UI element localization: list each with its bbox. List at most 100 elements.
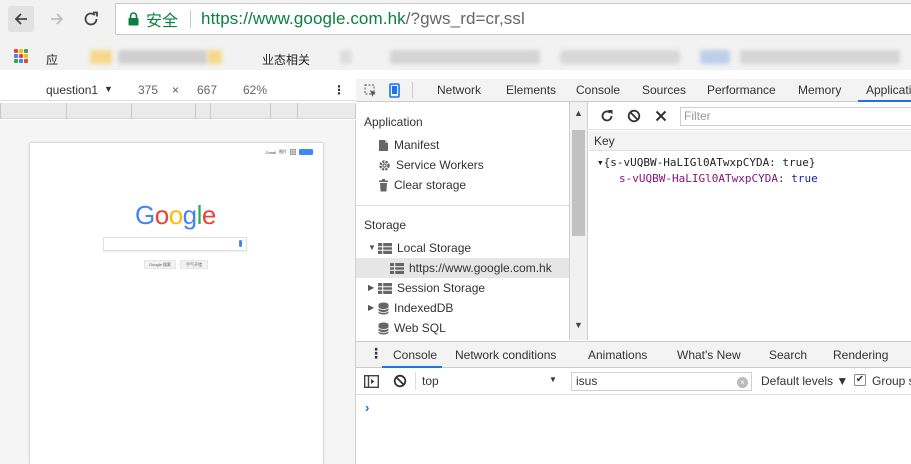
logo-letter: g [182,200,197,230]
reload-icon [84,11,98,26]
expand-right-icon[interactable]: ▶ [368,283,374,292]
gmail-link[interactable]: Gmail [266,150,276,155]
sidebar-item-label: https://www.google.com.hk [409,261,552,275]
property-value: true [791,172,818,185]
sidebar-item-web-sql[interactable]: Web SQL [378,318,446,338]
bookmark-item[interactable]: 业态相关 [262,51,310,68]
bookmark-item[interactable]: 应 [46,51,58,68]
signin-button[interactable] [299,149,313,155]
device-ruler [0,103,356,119]
sidebar-item-label: Session Storage [397,281,486,295]
arrow-right-icon [51,13,64,25]
refresh-icon[interactable] [600,109,614,123]
storage-toolbar: Filter [589,102,911,130]
scrollbar-thumb[interactable] [572,130,585,236]
sidebar-item-session-storage[interactable]: Session Storage [378,278,485,298]
table-grid-icon [378,282,392,294]
device-width-input[interactable]: 375 [138,83,158,97]
tab-network[interactable]: Network [437,83,481,97]
storage-property: s-vUQBW-HaLIGl0ATwxpCYDA: true [619,172,818,185]
sidebar-item-label: Web SQL [394,321,446,335]
drawer-tab-search[interactable]: Search [769,348,807,362]
expand-right-icon[interactable]: ▶ [368,303,374,312]
drawer-tab-console[interactable]: Console [393,348,437,362]
lock-icon [128,12,139,26]
sidebar-toggle-icon[interactable] [364,375,379,388]
url-text[interactable]: https://www.google.com.hk/?gws_rd=cr,ssl [201,9,525,29]
images-link[interactable]: 图片 [279,149,287,155]
more-options-icon[interactable]: ⋮ [333,83,345,97]
inspect-element-icon[interactable] [364,84,378,98]
section-heading-storage: Storage [364,218,407,232]
google-search-input[interactable] [103,237,247,251]
url-separator [190,10,192,28]
tab-sources[interactable]: Sources [642,83,686,97]
drawer-menu-icon[interactable]: ⋮ [369,345,383,362]
clear-all-icon[interactable] [627,109,641,123]
storage-object-summary[interactable]: ▾{s-vUQBW-HaLIGl0ATwxpCYDA: true} [597,156,816,169]
zoom-select[interactable]: 62% [243,83,267,97]
key-column-header[interactable]: Key [589,131,911,151]
filter-input[interactable]: Filter [680,107,911,126]
browser-chrome: 安全 https://www.google.com.hk/?gws_rd=cr,… [0,0,911,70]
tab-console[interactable]: Console [576,83,620,97]
clear-filter-icon[interactable]: × [737,377,748,388]
drawer-tab-network-conditions[interactable]: Network conditions [455,348,556,362]
delete-selected-icon[interactable] [655,110,667,122]
sidebar-item-local-storage[interactable]: Local Storage [378,238,471,258]
reload-button[interactable] [78,6,104,32]
scroll-down-icon[interactable]: ▼ [574,320,583,330]
arrow-left-icon [14,13,27,25]
logo-letter: o [168,200,183,230]
drawer-tabbar: ⋮ Console Network conditions Animations … [356,341,911,368]
chevron-down-icon[interactable]: ▼ [104,84,113,94]
drawer-tab-animations[interactable]: Animations [588,348,647,362]
document-icon [379,139,388,151]
url-path: /?gws_rd=cr,ssl [405,9,525,28]
back-button[interactable] [8,6,34,32]
google-search-button[interactable]: Google 搜索 [144,260,176,269]
expand-down-icon[interactable]: ▼ [368,243,376,252]
sidebar-item-service-workers[interactable]: Service Workers [378,155,484,175]
sidebar-item-clear-storage[interactable]: Clear storage [378,175,466,195]
logo-letter: G [135,200,155,230]
group-similar-checkbox[interactable]: ✔ [854,374,866,386]
clear-console-icon[interactable] [393,374,407,388]
sidebar-item-local-storage-origin[interactable]: https://www.google.com.hk [390,258,552,278]
apps-grid-icon[interactable] [290,149,296,155]
table-grid-icon [378,242,392,254]
forward-button[interactable] [44,6,70,32]
log-levels-select[interactable]: Default levels ▼ [761,374,848,388]
device-toggle-icon[interactable] [389,83,401,98]
sidebar-item-manifest[interactable]: Manifest [378,135,439,155]
device-height-input[interactable]: 667 [197,83,217,97]
tab-memory[interactable]: Memory [798,83,841,97]
address-bar[interactable]: 安全 https://www.google.com.hk/?gws_rd=cr,… [115,3,911,35]
dimension-times: × [172,82,180,97]
tab-performance[interactable]: Performance [707,83,776,97]
chevron-down-icon[interactable]: ▼ [549,375,557,384]
sidebar-item-indexeddb[interactable]: IndexedDB [378,298,453,318]
emulated-device-screen: Gmail 图片 Google Google 搜索 手气不错 [30,143,323,464]
apps-grid-icon[interactable] [14,49,28,63]
console-toolbar: top ▼ isus × Default levels ▼ ✔ Group s [356,368,911,395]
console-filter-input[interactable]: isus [571,372,752,391]
tab-application[interactable]: Applicati [866,83,911,97]
console-output[interactable]: › [356,396,911,464]
property-key: s-vUQBW-HaLIGl0ATwxpCYDA [619,172,778,185]
database-icon [378,302,389,314]
lucky-button[interactable]: 手气不错 [180,260,208,269]
google-logo: Google [135,200,216,231]
gear-icon [379,159,390,171]
mic-icon[interactable] [239,240,242,247]
device-select[interactable]: question1 [46,83,98,97]
context-select[interactable]: top [422,374,558,388]
drawer-tab-rendering[interactable]: Rendering [833,348,888,362]
tab-elements[interactable]: Elements [506,83,556,97]
database-icon [378,322,389,334]
sidebar-scrollbar[interactable]: ▲ ▼ [570,102,588,340]
trash-icon [379,178,388,191]
scroll-up-icon[interactable]: ▲ [574,108,583,118]
url-scheme: https:// [201,9,253,28]
drawer-tab-whats-new[interactable]: What's New [677,348,741,362]
